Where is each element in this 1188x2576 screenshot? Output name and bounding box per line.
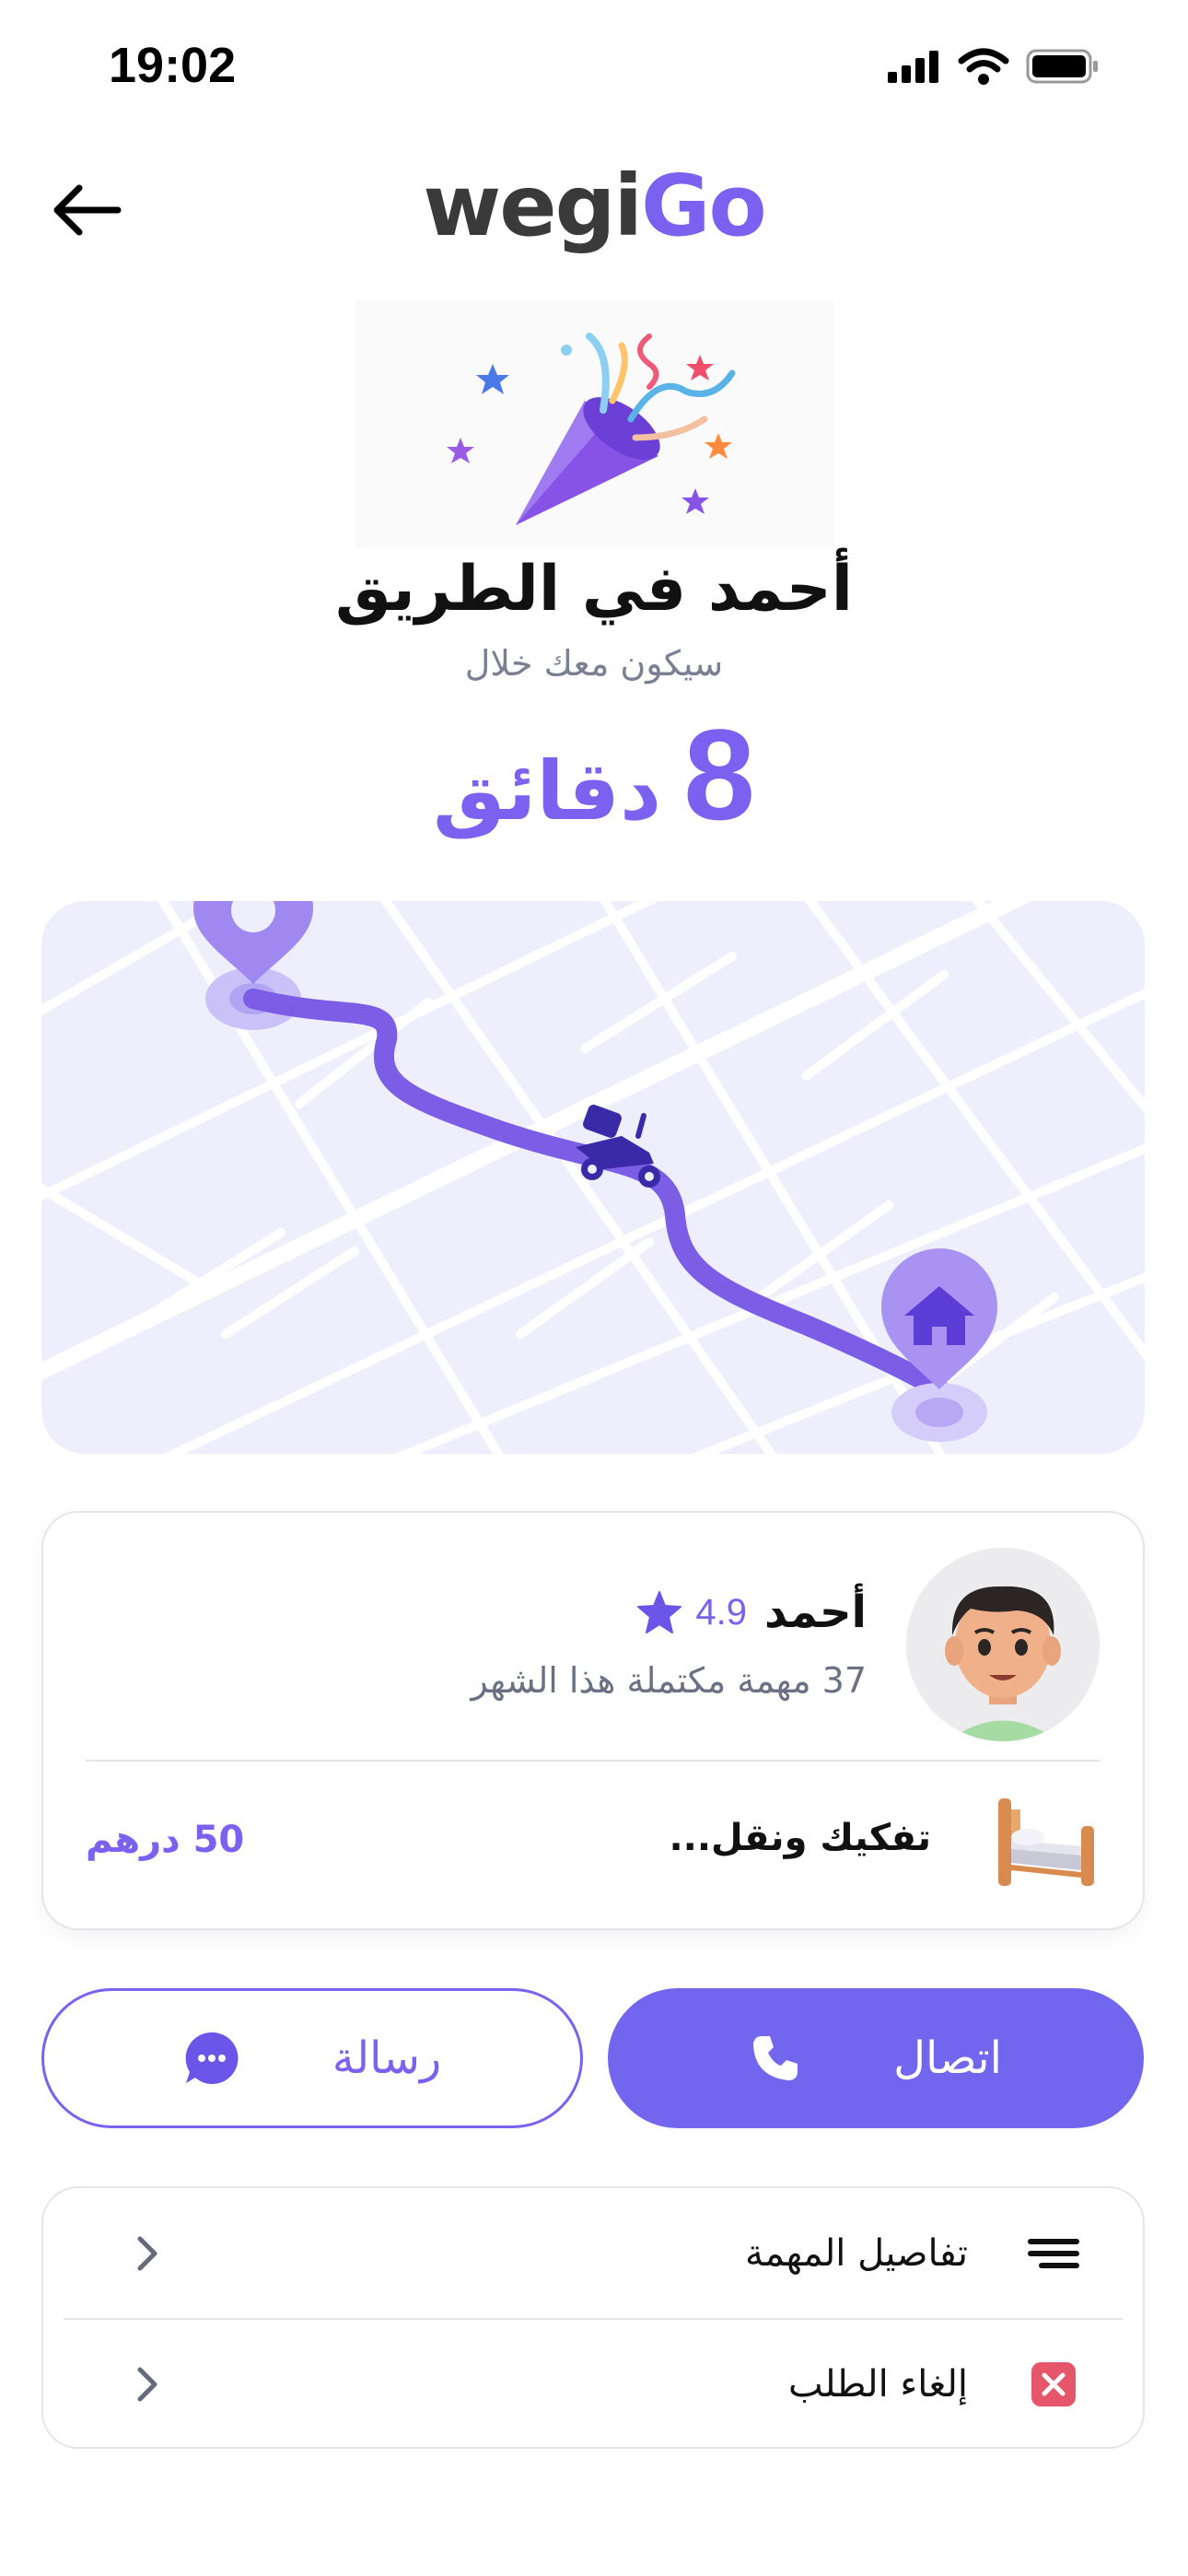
hero-subtitle: سيكون معك خلال (464, 643, 724, 684)
courier-card: أحمد 4.9 37 مهمة مكتملة هذا الشهر تفكيك … (41, 1511, 1145, 1930)
phone-icon (753, 2036, 798, 2080)
task-name: تفكيك ونقل... (669, 1817, 931, 1859)
menu-lines-icon (1024, 2224, 1083, 2283)
rating-value: 4.9 (695, 1591, 747, 1633)
eta-unit: دقائق (432, 744, 662, 838)
task-details-row[interactable]: تفاصيل المهمة (43, 2188, 1143, 2319)
chevron-left-icon (128, 2235, 165, 2272)
call-button-label: اتصال (893, 2032, 1002, 2084)
wifi-icon (958, 48, 1009, 85)
party-popper-icon (355, 299, 833, 548)
courier-avatar-image (906, 1548, 1100, 1741)
hero-title: أحمد في الطريق (334, 553, 854, 626)
options-list: تفاصيل المهمة إلغاء الطلب (41, 2186, 1145, 2449)
message-button-label: رسالة (332, 2032, 442, 2084)
cancel-order-row[interactable]: إلغاء الطلب (43, 2319, 1143, 2450)
map-canvas (41, 901, 1145, 1454)
task-price: 50 درهم (86, 1819, 245, 1861)
chat-icon (185, 2032, 239, 2084)
app-logo: wegiGo (0, 157, 1188, 255)
eta: 8دقائق (0, 700, 1188, 849)
tasks-completed: 37 مهمة مكتملة هذا الشهر (471, 1660, 867, 1701)
close-icon (1024, 2355, 1083, 2414)
courier-name: أحمد (764, 1587, 867, 1638)
tracking-map[interactable] (41, 901, 1145, 1454)
cancel-order-label: إلغاء الطلب (788, 2363, 968, 2406)
chevron-left-icon (128, 2366, 165, 2403)
star-icon (637, 1591, 682, 1633)
battery-icon (1026, 49, 1098, 84)
logo-part-wegi: wegi (423, 157, 643, 255)
status-bar: 19:02 (0, 0, 1188, 138)
status-icons (888, 48, 1100, 85)
divider (86, 1760, 1101, 1762)
bed-icon (998, 1798, 1094, 1886)
message-button[interactable]: رسالة (41, 1988, 583, 2128)
call-button[interactable]: اتصال (608, 1988, 1144, 2128)
signal-icon (888, 51, 938, 83)
eta-number: 8 (683, 702, 756, 847)
task-details-label: تفاصيل المهمة (744, 2232, 968, 2275)
status-time: 19:02 (109, 38, 237, 93)
header: wegiGo (0, 157, 1188, 258)
avatar[interactable] (906, 1548, 1100, 1741)
logo-part-go: Go (641, 157, 767, 255)
courier-rating: 4.9 (636, 1590, 747, 1634)
